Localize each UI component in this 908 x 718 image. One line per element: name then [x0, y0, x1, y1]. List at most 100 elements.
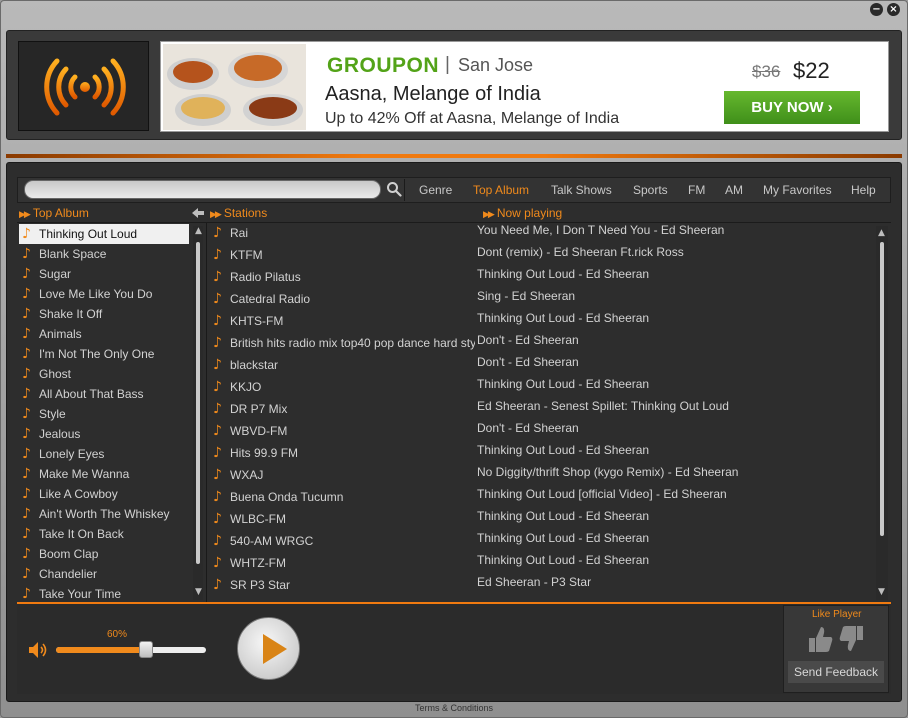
now-playing-text[interactable]: Don't - Ed Sheeran [477, 330, 877, 350]
ad-subtitle: Up to 42% Off at Aasna, Melange of India [325, 110, 620, 127]
station-item[interactable]: ♪ Rai [210, 223, 475, 243]
station-name: blackstar [230, 358, 279, 372]
buy-now-button[interactable]: BUY NOW › [724, 91, 860, 124]
music-note-icon: ♪ [213, 577, 222, 593]
album-item[interactable]: ♪ Boom Clap [19, 544, 189, 564]
now-playing-text[interactable]: Thinking Out Loud - Ed Sheeran [477, 528, 877, 548]
now-playing-text[interactable]: Sing - Ed Sheeran [477, 286, 877, 306]
nav-separator [404, 179, 405, 201]
album-item[interactable]: ♪ Lonely Eyes [19, 444, 189, 464]
tab-my-favorites[interactable]: My Favorites [763, 183, 832, 197]
now-playing-text[interactable]: Thinking Out Loud - Ed Sheeran [477, 506, 877, 526]
station-item[interactable]: ♪ KKJO [210, 377, 475, 397]
tab-top-album[interactable]: Top Album [473, 183, 529, 197]
now-playing-text[interactable]: No Diggity/thrift Shop (kygo Remix) - Ed… [477, 462, 877, 482]
station-item[interactable]: ♪ KTFM [210, 245, 475, 265]
radio-broadcast-icon [44, 58, 126, 116]
minimize-icon[interactable]: − [870, 3, 883, 16]
station-item[interactable]: ♪ WHTZ-FM [210, 553, 475, 573]
album-label: Ghost [39, 367, 72, 381]
volume-percent: 60% [107, 629, 128, 640]
volume-slider[interactable] [56, 647, 206, 653]
album-item[interactable]: ♪ Sugar [19, 264, 189, 284]
now-playing-text[interactable]: Ed Sheeran - Senest Spillet: Thinking Ou… [477, 396, 877, 416]
now-playing-text[interactable]: Thinking Out Loud - Ed Sheeran [477, 264, 877, 284]
station-item[interactable]: ♪ British hits radio mix top40 pop dance … [210, 333, 475, 353]
scroll-down-icon[interactable]: ▼ [195, 587, 202, 597]
station-scroll-thumb[interactable] [880, 242, 884, 536]
close-icon[interactable]: × [887, 3, 900, 16]
tab-genre[interactable]: Genre [419, 183, 452, 197]
station-item[interactable]: ♪ WBVD-FM [210, 421, 475, 441]
now-playing-text[interactable]: Thinking Out Loud [official Video] - Ed … [477, 484, 877, 504]
album-label: Thinking Out Loud [39, 227, 138, 241]
music-note-icon: ♪ [213, 225, 222, 241]
album-item[interactable]: ♪ Like A Cowboy [19, 484, 189, 504]
album-item[interactable]: ♪ Style [19, 404, 189, 424]
album-scroll-thumb[interactable] [196, 242, 200, 564]
station-item[interactable]: ♪ WLBC-FM [210, 509, 475, 529]
album-list[interactable]: ♪ Thinking Out Loud ♪ Blank Space ♪ Sugar ♪ Lov… [17, 223, 207, 602]
music-note-icon: ♪ [213, 511, 222, 527]
volume-handle[interactable] [139, 641, 153, 658]
music-note-icon: ♪ [22, 566, 31, 582]
now-playing-text[interactable]: Dont (remix) - Ed Sheeran Ft.rick Ross [477, 242, 877, 262]
tab-talk-shows[interactable]: Talk Shows [551, 183, 612, 197]
play-button[interactable] [237, 617, 300, 680]
now-playing-text[interactable]: Thinking Out Loud - Ed Sheeran [477, 374, 877, 394]
send-feedback-button[interactable]: Send Feedback [788, 661, 884, 683]
station-item[interactable]: ♪ Catedral Radio [210, 289, 475, 309]
now-playing-text[interactable]: You Need Me, I Don T Need You - Ed Sheer… [477, 223, 877, 240]
album-item[interactable]: ♪ Make Me Wanna [19, 464, 189, 484]
scroll-up-icon[interactable]: ▲ [878, 228, 885, 238]
station-item[interactable]: ♪ WXAJ [210, 465, 475, 485]
now-playing-text[interactable]: Thinking Out Loud - Ed Sheeran [477, 440, 877, 460]
scroll-up-icon[interactable]: ▲ [195, 226, 202, 236]
album-item[interactable]: ♪ Take Your Time [19, 584, 189, 602]
collapse-arrow-icon[interactable] [192, 208, 204, 218]
tab-help[interactable]: Help [851, 183, 876, 197]
double-arrow-icon: ▶▶ [19, 209, 31, 219]
album-item[interactable]: ♪ I'm Not The Only One [19, 344, 189, 364]
station-item[interactable]: ♪ Buena Onda Tucumn [210, 487, 475, 507]
tab-am[interactable]: AM [725, 183, 743, 197]
groupon-ad[interactable]: GROUPON | San Jose Aasna, Melange of Ind… [160, 41, 889, 132]
now-playing-text[interactable]: Don't - Ed Sheeran [477, 352, 877, 372]
scroll-down-icon[interactable]: ▼ [878, 587, 885, 597]
station-item[interactable]: ♪ Radio Pilatus [210, 267, 475, 287]
album-item[interactable]: ♪ Love Me Like You Do [19, 284, 189, 304]
album-item[interactable]: ♪ Chandelier [19, 564, 189, 584]
search-icon[interactable] [386, 181, 402, 197]
album-label: Sugar [39, 267, 72, 281]
tab-sports[interactable]: Sports [633, 183, 668, 197]
station-item[interactable]: ♪ Hits 99.9 FM [210, 443, 475, 463]
station-item[interactable]: ♪ SR P3 Star [210, 575, 475, 595]
now-playing-text[interactable]: Don't - Ed Sheeran [477, 418, 877, 438]
station-item[interactable]: ♪ 540-AM WRGC [210, 531, 475, 551]
music-note-icon: ♪ [213, 379, 222, 395]
now-playing-text[interactable]: Thinking Out Loud - Ed Sheeran [477, 550, 877, 570]
album-item[interactable]: ♪ Blank Space [19, 244, 189, 264]
station-list[interactable]: ♪ Rai You Need Me, I Don T Need You - Ed S… [208, 223, 891, 602]
volume-icon[interactable] [28, 641, 48, 659]
search-input[interactable] [24, 180, 381, 199]
album-item[interactable]: ♪ Animals [19, 324, 189, 344]
station-item[interactable]: ♪ blackstar [210, 355, 475, 375]
album-item[interactable]: ♪ All About That Bass [19, 384, 189, 404]
station-name: Radio Pilatus [230, 270, 301, 284]
album-item[interactable]: ♪ Ghost [19, 364, 189, 384]
thumbs-down-icon[interactable] [838, 624, 866, 654]
terms-link[interactable]: Terms & Conditions [0, 703, 908, 713]
station-item[interactable]: ♪ KHTS-FM [210, 311, 475, 331]
album-item[interactable]: ♪ Thinking Out Loud [19, 224, 189, 244]
album-item[interactable]: ♪ Shake It Off [19, 304, 189, 324]
now-playing-text[interactable]: Ed Sheeran - P3 Star [477, 572, 877, 592]
thumbs-up-icon[interactable] [806, 624, 834, 654]
tab-fm[interactable]: FM [688, 183, 705, 197]
station-item[interactable]: ♪ DR P7 Mix [210, 399, 475, 419]
now-playing-text[interactable]: Thinking Out Loud - Ed Sheeran [477, 308, 877, 328]
album-item[interactable]: ♪ Take It On Back [19, 524, 189, 544]
album-label: Style [39, 407, 66, 421]
album-item[interactable]: ♪ Jealous [19, 424, 189, 444]
album-item[interactable]: ♪ Ain't Worth The Whiskey [19, 504, 189, 524]
